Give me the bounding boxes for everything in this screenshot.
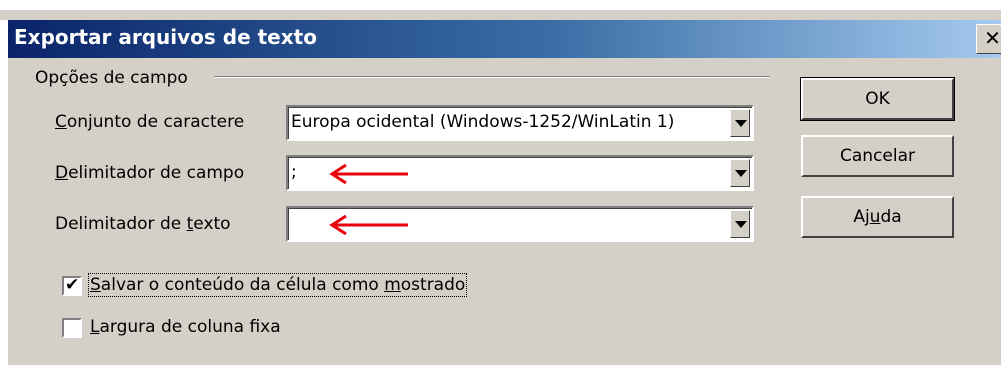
save-as-shown-mnemonic-2: m — [384, 275, 401, 295]
help-button-text-end: da — [880, 207, 902, 227]
charset-label-text: onjunto de caractere — [66, 112, 245, 132]
close-button[interactable]: ✕ — [976, 24, 1001, 54]
dialog-title: Exportar arquivos de texto — [14, 25, 317, 49]
red-arrow-icon — [329, 215, 408, 235]
screen-background — [0, 0, 1001, 10]
cancel-button[interactable]: Cancelar — [801, 135, 954, 177]
help-button-text: Aj — [853, 207, 870, 227]
text-delimiter-label-text: exto — [193, 214, 231, 234]
text-delimiter-label: Delimitador de texto — [55, 214, 231, 234]
close-icon: ✕ — [984, 26, 1001, 50]
field-delimiter-label-mnemonic: D — [55, 163, 69, 183]
help-button-mnemonic: u — [869, 207, 881, 227]
ok-button[interactable]: OK — [800, 77, 955, 121]
red-arrow-icon — [329, 164, 408, 184]
save-as-shown-text-end: ostrado — [400, 275, 466, 295]
field-delimiter-label: Delimitador de campo — [55, 163, 244, 183]
charset-select[interactable]: Europa ocidental (Windows-1252/WinLatin … — [286, 105, 754, 141]
help-button[interactable]: Ajuda — [801, 196, 954, 238]
fixed-column-width-checkbox[interactable] — [62, 318, 82, 338]
charset-value: Europa ocidental (Windows-1252/WinLatin … — [291, 112, 675, 132]
save-as-shown-mnemonic: S — [90, 275, 101, 295]
field-delimiter-dropdown-button[interactable] — [730, 159, 750, 187]
field-delimiter-value: ; — [291, 162, 297, 182]
save-as-shown-text: alvar o conteúdo da célula como — [100, 275, 385, 295]
field-options-group-label: Opções de campo — [35, 68, 188, 88]
charset-dropdown-button[interactable] — [730, 109, 750, 137]
group-divider — [214, 76, 770, 78]
charset-label-mnemonic: C — [55, 112, 67, 132]
text-delimiter-dropdown-button[interactable] — [730, 210, 750, 238]
title-bar[interactable]: Exportar arquivos de texto ✕ — [8, 20, 1001, 58]
export-text-dialog: Exportar arquivos de texto ✕ Opções de c… — [0, 0, 1001, 365]
save-as-shown-checkbox[interactable]: ✔ — [62, 275, 82, 296]
field-delimiter-label-text: elimitador de campo — [68, 163, 245, 183]
save-as-shown-label[interactable]: Salvar o conteúdo da célula como mostrad… — [87, 273, 468, 297]
window-border — [0, 20, 8, 365]
fixed-width-text: argura de coluna fixa — [99, 317, 281, 337]
text-delimiter-label-prefix: Delimitador de — [55, 214, 187, 234]
charset-label: Conjunto de caractere — [55, 112, 244, 132]
checkmark-icon: ✔ — [65, 275, 80, 295]
fixed-column-width-label[interactable]: Largura de coluna fixa — [90, 317, 281, 337]
